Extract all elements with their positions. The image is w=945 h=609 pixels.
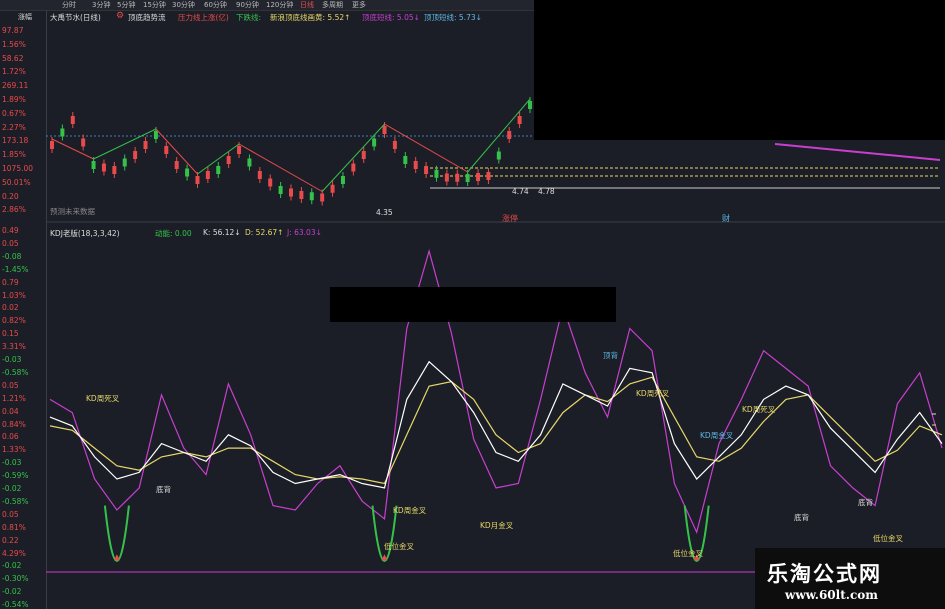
candle-body <box>101 163 106 172</box>
candle-body <box>195 176 200 184</box>
kdj-series-K <box>49 360 943 489</box>
kdj-buy-arrow-0 <box>113 554 120 561</box>
kdj-annotation-4: KD周金叉 <box>700 430 734 440</box>
candle-body <box>174 161 179 169</box>
kdj-annotation-9: 顶背 <box>603 350 618 360</box>
candle-body <box>424 166 429 174</box>
candle-body <box>70 116 75 124</box>
price-annotation-3: 预测未来数据 <box>50 206 95 216</box>
kdj-annotation-10: 底背 <box>156 484 171 494</box>
candle-body <box>185 168 190 177</box>
candle-body <box>91 161 96 169</box>
candle-body <box>372 138 377 147</box>
candle-body <box>247 158 252 167</box>
price-annotation-1: 4.74 <box>512 187 529 196</box>
candle-body <box>476 173 481 181</box>
candle-body <box>50 141 54 149</box>
trend-line <box>51 138 94 160</box>
header-item-4: 顶底短线: 5.05↓ <box>362 13 420 22</box>
header-item-5: 顶顶短线: 5.73↓ <box>424 13 482 22</box>
candle-body <box>320 193 325 202</box>
price-magenta-line <box>774 143 941 161</box>
candle-body <box>257 171 262 179</box>
candle-body <box>361 151 366 159</box>
kdj-k-value: K: 56.12↓ <box>203 228 241 237</box>
candle-body <box>351 163 356 172</box>
kdj-annotation-0: KD周死叉 <box>86 394 120 403</box>
kdj-indicator-name[interactable]: KDJ老版(18,3,3,42) <box>50 228 120 239</box>
candle-body <box>143 141 148 149</box>
watermark-title: 乐淘公式网 <box>767 561 882 586</box>
candle-body <box>507 131 512 139</box>
watermark-url: www.60lt.com <box>785 588 878 602</box>
settings-icon[interactable]: ⚙ <box>116 11 124 21</box>
candle-body <box>528 101 532 109</box>
price-annotation-2: 4.78 <box>538 187 555 196</box>
candle-body <box>289 188 293 197</box>
candle-body <box>153 131 158 139</box>
candle-body <box>496 151 501 160</box>
candle-body <box>455 173 460 182</box>
header-item-3: 新浪顶底线画黄: 5.52↑ <box>270 13 351 22</box>
kdj-energy: 动能: 0.00 <box>155 229 192 238</box>
kdj-annotation-8: 低位金叉 <box>873 533 903 543</box>
candle-body <box>216 166 221 174</box>
kdj-annotation-12: 底背 <box>858 497 873 507</box>
candle-body <box>486 172 491 180</box>
kdj-annotation-5: KD月金叉 <box>480 520 514 530</box>
stock-title: 大禹节水(日线) <box>50 13 101 22</box>
header-item-2: 下跌线: <box>236 13 262 22</box>
candle-body <box>434 169 439 178</box>
indicator-name[interactable]: 顶底趋势流 <box>128 12 166 23</box>
candle-body <box>299 191 304 199</box>
candle-body <box>392 141 397 149</box>
badge-limit-up: 涨停 <box>502 213 518 223</box>
kdj-annotation-11: 底背 <box>794 512 809 522</box>
kdj-annotation-2: KD周死叉 <box>742 405 776 414</box>
candle-body <box>517 116 522 124</box>
candle-body <box>112 166 117 174</box>
candle-body <box>403 156 408 164</box>
candle-body <box>226 156 231 164</box>
kdj-d-value: D: 52.67↑ <box>245 228 284 237</box>
kdj-annotation-1: KD周死叉 <box>636 389 670 398</box>
candle-body <box>268 178 273 187</box>
kdj-annotation-7: 低位金叉 <box>673 548 703 558</box>
kdj-j-value: J: 63.03↓ <box>287 228 322 237</box>
header-item-1: 压力线上涨(亿) <box>178 13 229 22</box>
price-annotation-0: 4.35 <box>376 208 393 217</box>
candle-body <box>465 174 470 182</box>
candle-body <box>60 128 65 137</box>
candle-body <box>330 184 335 193</box>
candle-body <box>122 158 127 167</box>
candle-body <box>164 146 169 154</box>
redaction-block-middle <box>330 287 616 322</box>
candle-body <box>444 173 449 182</box>
kdj-green-dip-1 <box>103 505 130 562</box>
candle-body <box>237 146 242 154</box>
kdj-annotation-6: 低位金叉 <box>384 541 414 551</box>
candle-body <box>382 126 387 134</box>
kdj-annotation-3: KD周金叉 <box>393 505 427 515</box>
candle-body <box>133 151 138 159</box>
trend-line <box>321 123 385 192</box>
watermark-badge: 乐淘公式网 www.60lt.com <box>755 548 945 609</box>
candle-body <box>340 176 345 184</box>
candle-body <box>413 161 418 169</box>
redaction-block-top-right <box>534 0 945 140</box>
kdj-series-D <box>49 376 943 485</box>
candle-body <box>81 138 86 147</box>
axis-corner-label: 涨幅 <box>18 13 32 21</box>
badge-finance: 财 <box>722 213 730 223</box>
candle-body <box>309 192 314 201</box>
candle-body <box>278 186 283 194</box>
kdj-buy-arrow-1 <box>381 554 388 561</box>
candle-body <box>205 171 210 179</box>
